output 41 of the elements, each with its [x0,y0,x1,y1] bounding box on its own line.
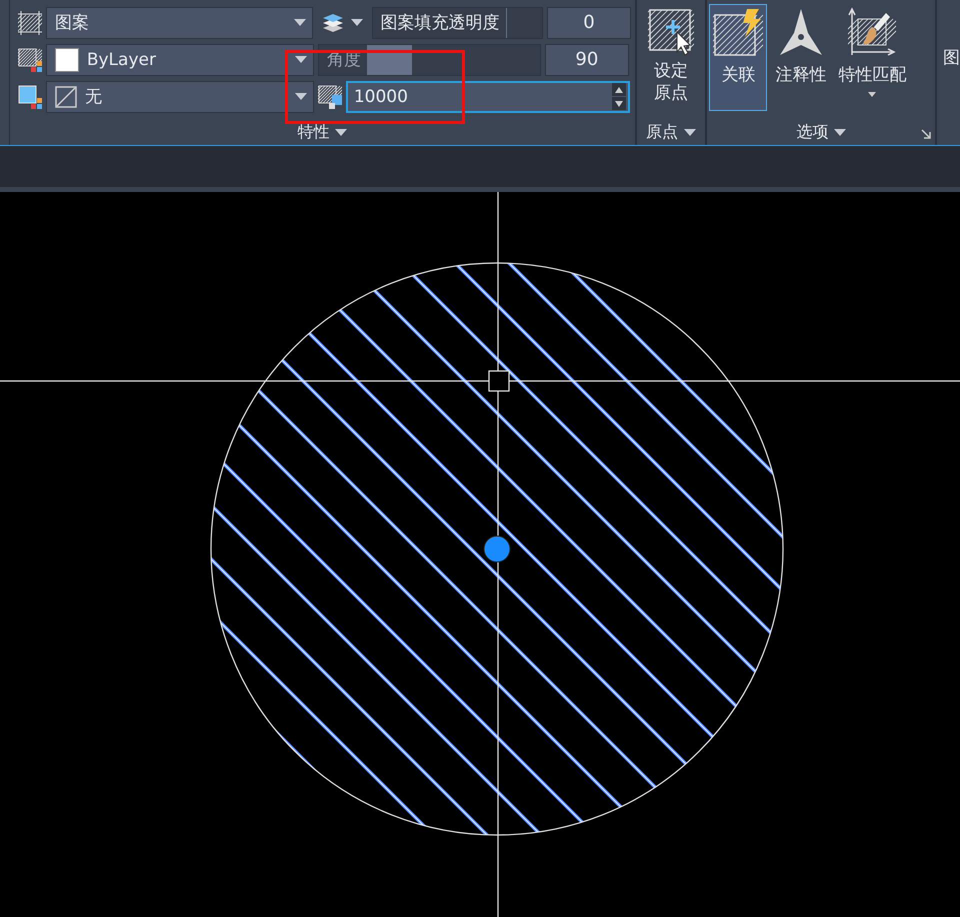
option-button[interactable]: 关联 [709,4,768,111]
spin-down-button[interactable] [612,97,626,110]
pattern-combo[interactable]: 图案 [46,6,313,38]
hatch-lightning-icon [713,7,764,57]
caret-icon [350,19,363,26]
scale-field[interactable]: 10000 [346,80,630,112]
caret-icon [684,128,696,136]
grip-dot[interactable] [484,536,510,562]
caret-icon [294,56,307,63]
background-combo[interactable]: 无 [46,80,314,112]
panel-title: 原点 [646,122,678,142]
compass-star-icon [778,7,824,57]
option-button[interactable]: 注释性 [771,4,830,111]
hatch-color-icon [18,48,42,72]
panel-title: 选项 [796,122,828,142]
down-arrow-icon [614,100,623,106]
caret-icon [834,128,846,136]
hatch-pattern-icon [18,10,42,34]
color-combo[interactable]: ByLayer [46,44,314,76]
panel-title: 特性 [297,122,330,142]
dialog-launcher-icon[interactable] [921,129,932,139]
caret-icon [294,93,307,100]
caret-icon [335,128,348,136]
set-origin-button[interactable]: 设定 原点 [642,0,700,105]
caret-icon [294,19,306,26]
background-color-icon [18,84,42,108]
slider-label: 图案填充透明度 [380,12,501,34]
layers-icon[interactable] [320,12,345,34]
option-button[interactable]: 特性匹配 [834,4,910,111]
panel-label: 图 [943,47,960,69]
value-field[interactable]: 0 [547,6,631,38]
match-properties-icon [848,7,896,57]
value-field[interactable]: 90 [544,44,629,76]
hatch-scale-icon [318,84,342,108]
color-swatch [54,48,79,72]
slider-fill[interactable] [366,44,412,74]
up-arrow-icon [614,86,623,92]
hatch-cursor-icon [648,8,694,56]
no-color-icon [54,86,77,108]
pickbox-square [488,370,510,392]
spin-up-button[interactable] [612,83,626,96]
